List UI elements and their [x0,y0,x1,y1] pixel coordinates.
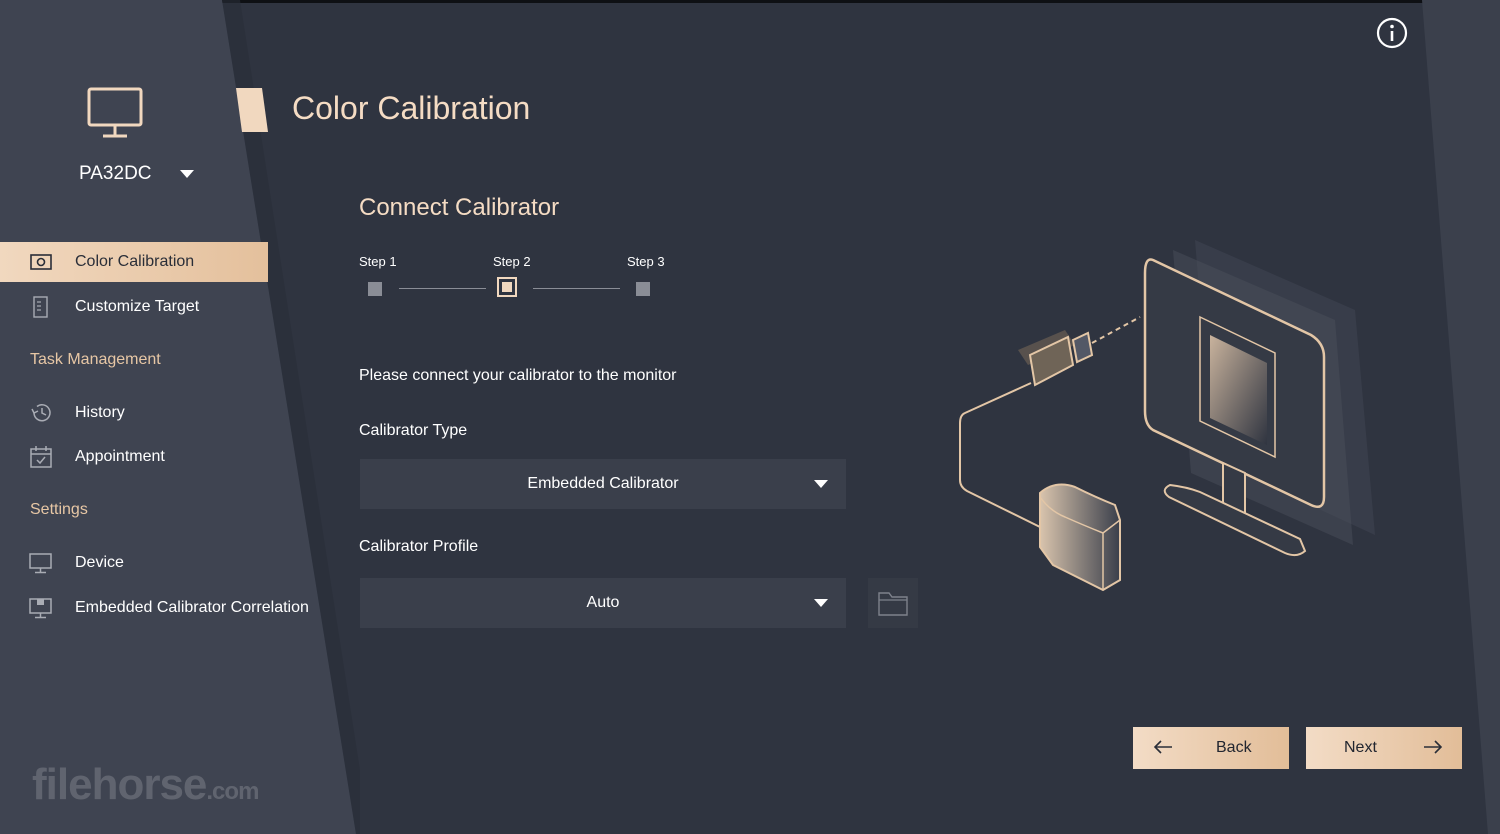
history-icon [31,404,51,422]
arrow-left-icon [1153,740,1172,754]
sidebar-item-history[interactable]: History [0,393,268,433]
monitor-calibrator-icon [29,598,52,619]
folder-icon [878,592,908,616]
right-decor-panel [1422,0,1500,834]
sidebar-item-embedded-calibrator-correlation[interactable]: Embedded Calibrator Correlation [0,588,318,628]
calibrator-profile-value: Auto [586,594,620,611]
step-connector [399,288,486,289]
title-accent-bar [236,88,268,132]
section-title-settings: Settings [30,501,88,518]
section-subtitle: Connect Calibrator [359,194,560,221]
step-1-indicator [368,282,382,296]
info-icon[interactable] [1376,17,1408,49]
next-button[interactable]: Next [1306,727,1462,769]
chevron-down-icon[interactable] [180,170,194,178]
calibrator-type-select[interactable]: Embedded Calibrator [360,459,846,509]
step-3-indicator [636,282,650,296]
watermark-main: filehorse [32,760,207,809]
calibration-icon [30,254,52,270]
calendar-icon [30,446,52,468]
calibrator-type-label: Calibrator Type [359,422,468,439]
document-icon [33,296,48,318]
sidebar-item-label: Customize Target [75,298,200,315]
open-profile-button[interactable] [868,578,918,628]
page-title: Color Calibration [292,90,531,126]
sidebar-item-color-calibration[interactable]: Color Calibration [0,242,268,282]
sidebar-item-label: Embedded Calibrator Correlation [75,599,309,616]
step-3-label: Step 3 [627,254,665,269]
watermark-suffix: .com [206,778,259,805]
sidebar-item-label: Device [75,554,124,571]
section-title-task-management: Task Management [30,351,161,368]
sidebar-item-label: Appointment [75,448,165,465]
step-1-label: Step 1 [359,254,397,269]
sidebar-item-appointment[interactable]: Appointment [0,437,268,477]
device-selector-label[interactable]: PA32DC [79,163,152,185]
calibrator-type-value: Embedded Calibrator [527,475,679,492]
chevron-down-icon [814,480,828,488]
next-button-label: Next [1344,739,1377,756]
sidebar: PA32DC Color Calibration Customize Targe… [0,0,330,834]
step-connector [533,288,620,289]
step-2-indicator-current [497,277,517,297]
calibrator-profile-select[interactable]: Auto [360,578,846,628]
sidebar-item-device[interactable]: Device [0,543,300,583]
monitor-icon [29,553,52,574]
step-2-label: Step 2 [493,254,531,269]
calibration-illustration [959,240,1375,592]
chevron-down-icon [814,599,828,607]
calibrator-profile-label: Calibrator Profile [359,538,479,555]
sidebar-item-label: History [75,404,125,421]
sidebar-item-customize-target[interactable]: Customize Target [0,287,268,327]
arrow-right-icon [1424,740,1443,754]
back-button-label: Back [1216,739,1252,756]
sidebar-item-label: Color Calibration [75,253,195,270]
back-button[interactable]: Back [1133,727,1289,769]
instruction-text: Please connect your calibrator to the mo… [359,367,677,384]
filehorse-watermark: filehorse.com [32,760,259,810]
monitor-icon [87,87,143,138]
